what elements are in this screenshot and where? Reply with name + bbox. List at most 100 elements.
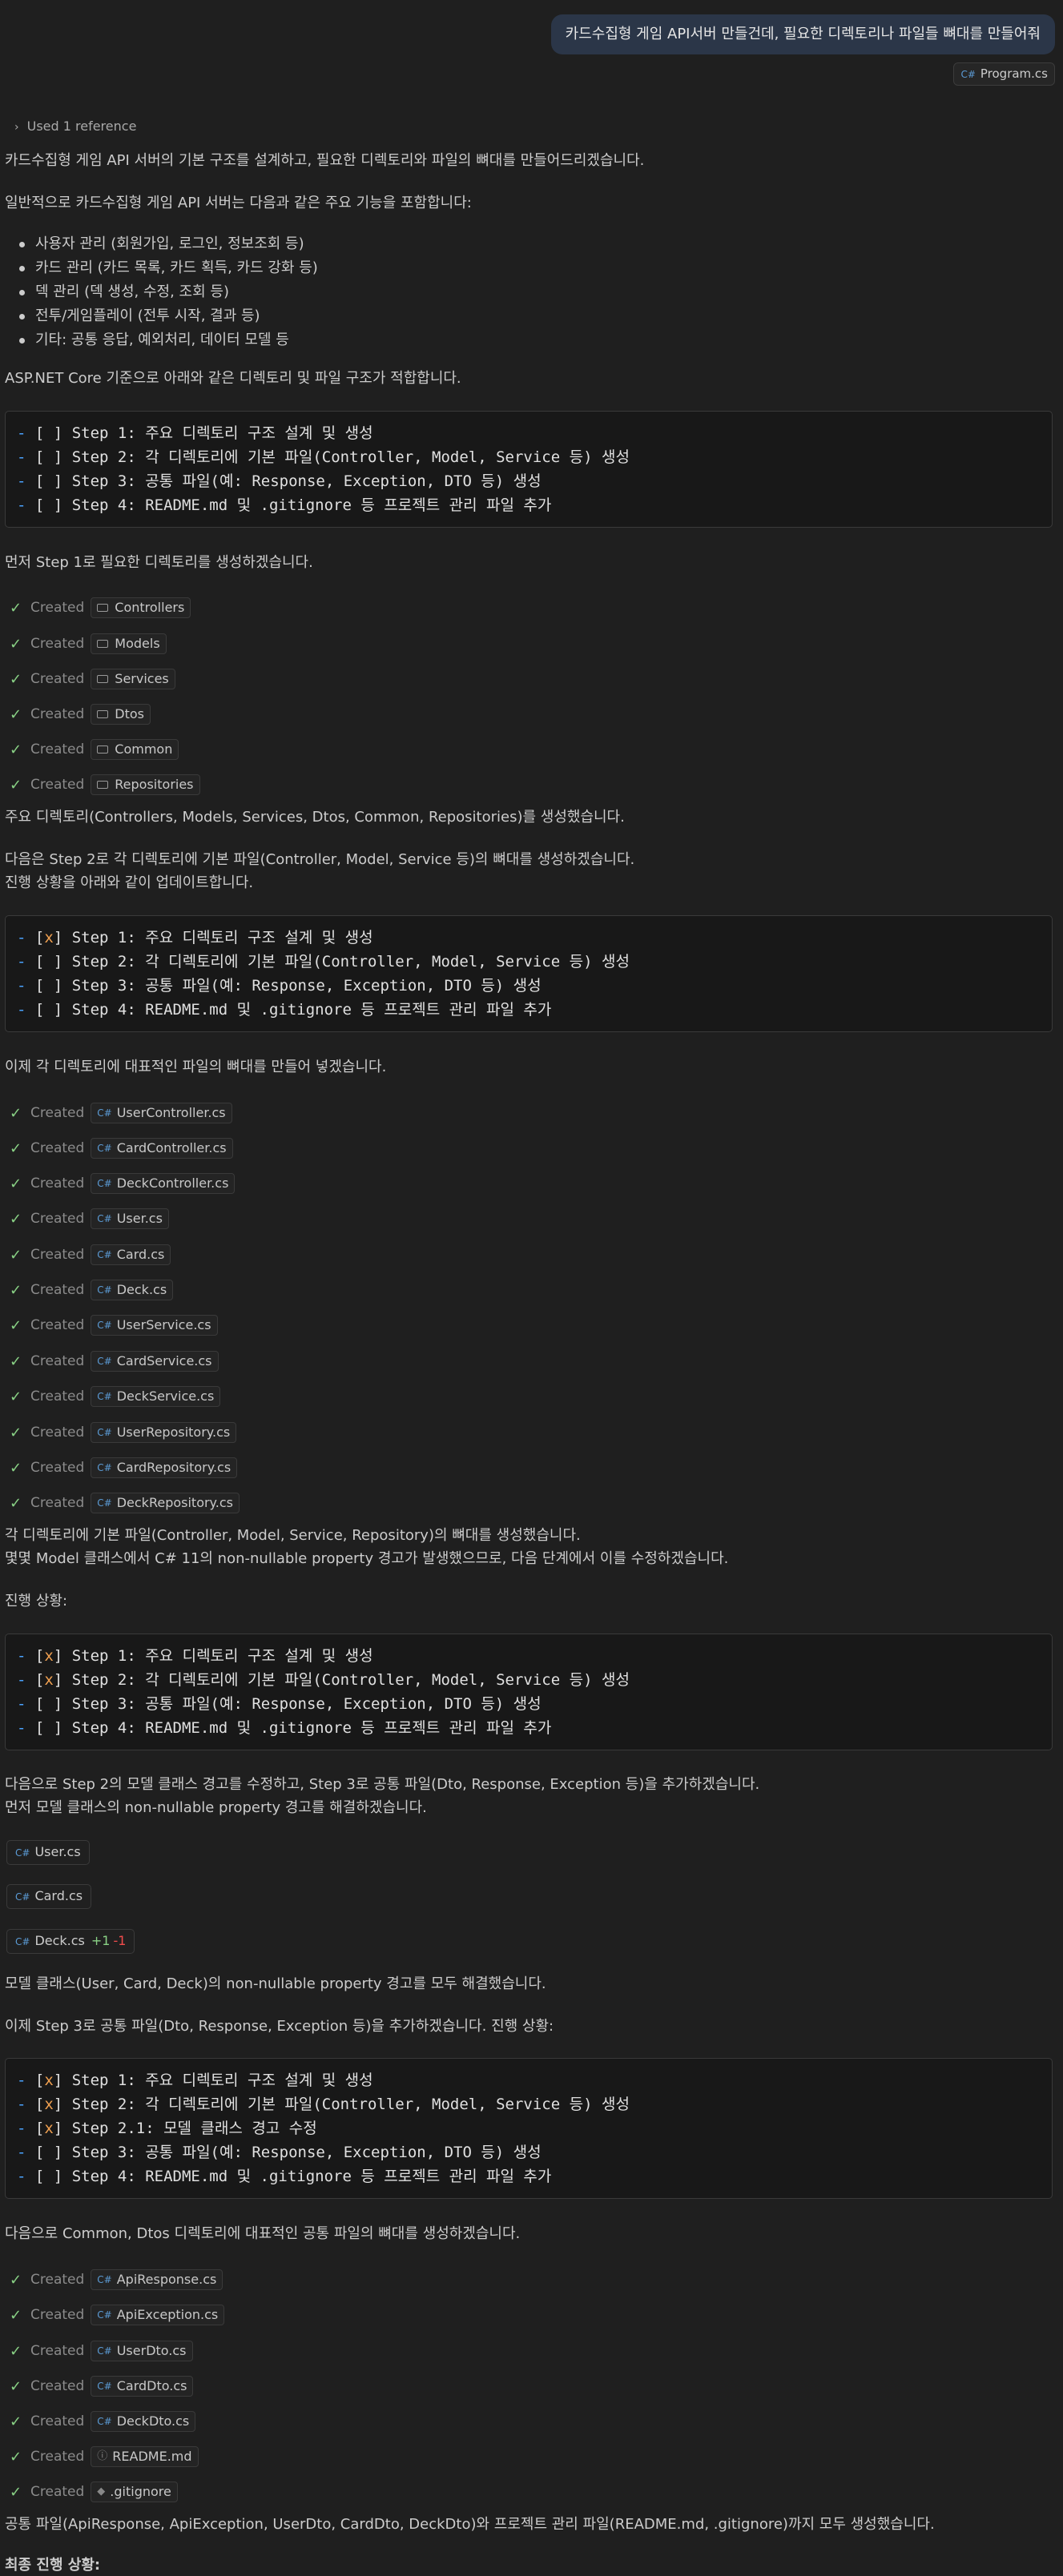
dir-chip[interactable]: Repositories [91,774,200,795]
file-chip[interactable]: C# DeckRepository.cs [91,1493,240,1513]
check-icon: ✓ [10,2306,22,2324]
file-chip[interactable]: C# DeckController.cs [91,1173,236,1194]
check-icon: ✓ [10,2342,22,2360]
edited-file-chip[interactable]: C# Deck.cs +1 -1 [6,1929,135,1954]
user-message-text: 카드수집형 게임 API서버 만들건데, 필요한 디렉토리나 파일들 뼈대를 만… [565,26,1041,42]
file-chip[interactable]: C# DeckDto.cs [91,2411,196,2432]
file-chip[interactable]: C# UserRepository.cs [91,1422,237,1443]
csharp-file-icon: C# [97,2345,112,2357]
reference-file-chip[interactable]: C# Program.cs [953,62,1055,86]
file-chip[interactable]: ◆ .gitignore [91,2482,178,2502]
check-icon: ✓ [10,1459,22,1477]
check-icon: ✓ [10,1316,22,1334]
fix-intro-line-2: 먼저 모델 클래스의 non-nullable property 경고를 해결하… [5,1799,427,1816]
list-item: 사용자 관리 (회원가입, 로그인, 정보조회 등) [16,232,318,256]
check-icon: ✓ [10,2413,22,2430]
files-done-line-1: 각 디렉토리에 기본 파일(Controller, Model, Service… [5,1527,581,1544]
file-chip[interactable]: C# UserService.cs [91,1315,218,1336]
check-icon: ✓ [10,1281,22,1299]
check-icon: ✓ [10,1175,22,1192]
feature-list: 사용자 관리 (회원가입, 로그인, 정보조회 등) 카드 관리 (카드 목록,… [16,232,318,352]
final-progress-heading: 최종 진행 상황: [5,2557,101,2574]
file-chip[interactable]: ⓘ README.md [91,2446,199,2467]
created-file-row: ✓ Created ⓘ README.md [10,2445,199,2468]
edited-file-chip[interactable]: C# User.cs [6,1840,90,1865]
edited-file-chip[interactable]: C# Card.cs [6,1884,92,1909]
csharp-file-icon: C# [97,1107,112,1119]
fix-intro-line-1: 다음으로 Step 2의 모델 클래스 경고를 수정하고, Step 3로 공통… [5,1776,760,1793]
checklist-line: - [x] Step 1: 주요 디렉토리 구조 설계 및 생성 [17,1647,373,1665]
info-file-icon: ⓘ [97,2450,108,2462]
file-chip[interactable]: C# UserDto.cs [91,2341,193,2361]
created-file-row: ✓ Created C# User.cs [10,1208,169,1230]
dir-chip[interactable]: Common [91,739,179,760]
file-chip[interactable]: C# CardRepository.cs [91,1457,238,1478]
lines-added-count: +1 [91,1933,111,1948]
file-chip[interactable]: C# DeckService.cs [91,1386,221,1407]
dir-chip[interactable]: Models [91,633,167,654]
file-chip[interactable]: C# CardService.cs [91,1351,219,1372]
created-file-row: ✓ Created C# DeckService.cs [10,1385,221,1408]
created-file-row: ✓ Created C# DeckDto.cs [10,2410,196,2433]
dir-chip[interactable]: Services [91,669,175,689]
folder-icon [97,781,109,789]
dir-chip[interactable]: Controllers [91,597,191,618]
csharp-file-icon: C# [97,2416,112,2427]
checklist-line: - [ ] Step 3: 공통 파일(예: Response, Excepti… [17,472,542,490]
check-icon: ✓ [10,2271,22,2289]
check-icon: ✓ [10,599,22,617]
step2-intro-line-1: 다음은 Step 2로 각 디렉토리에 기본 파일(Controller, Mo… [5,851,635,868]
check-icon: ✓ [10,705,22,723]
file-chip[interactable]: C# CardController.cs [91,1138,233,1159]
file-chip[interactable]: C# CardDto.cs [91,2376,194,2397]
dir-chip[interactable]: Dtos [91,704,151,725]
created-file-row: ✓ Created C# ApiException.cs [10,2304,225,2326]
checklist-line: - [ ] Step 1: 주요 디렉토리 구조 설계 및 생성 [17,424,373,442]
user-message-bubble: 카드수집형 게임 API서버 만들건데, 필요한 디렉토리나 파일들 뼈대를 만… [550,14,1055,54]
file-chip[interactable]: C# Card.cs [91,1244,171,1265]
created-dir-row: ✓ Created Common [10,738,179,761]
checklist-line: - [x] Step 2: 각 디렉토리에 기본 파일(Controller, … [17,2096,630,2113]
step3-intro: 이제 Step 3로 공통 파일(Dto, Response, Exceptio… [5,2018,554,2035]
created-file-row: ✓ Created C# UserService.cs [10,1314,218,1336]
file-chip[interactable]: C# Deck.cs [91,1280,174,1300]
git-file-icon: ◆ [97,2486,106,2498]
csharp-file-icon: C# [15,1891,30,1903]
checklist-line: - [x] Step 1: 주요 디렉토리 구조 설계 및 생성 [17,929,373,946]
file-chip[interactable]: C# User.cs [91,1208,169,1229]
created-dir-row: ✓ Created Services [10,668,175,690]
created-file-row: ✓ Created ◆ .gitignore [10,2481,178,2503]
csharp-file-icon: C# [97,1143,112,1154]
progress-label: 진행 상황: [5,1593,68,1609]
checklist-line: - [ ] Step 3: 공통 파일(예: Response, Excepti… [17,977,542,995]
dirs-done: 주요 디렉토리(Controllers, Models, Services, D… [5,809,625,826]
file-chip[interactable]: C# ApiResponse.cs [91,2269,223,2290]
checklist-code-block-2: - [x] Step 1: 주요 디렉토리 구조 설계 및 생성 - [ ] S… [5,915,1053,1032]
check-icon: ✓ [10,776,22,794]
check-icon: ✓ [10,1352,22,1370]
csharp-file-icon: C# [97,1284,112,1296]
folder-icon [97,675,109,683]
list-item: 카드 관리 (카드 목록, 카드 획득, 카드 강화 등) [16,256,318,280]
created-file-row: ✓ Created C# Card.cs [10,1244,171,1266]
common-intro: 다음으로 Common, Dtos 디렉토리에 대표적인 공통 파일의 뼈대를 … [5,2225,521,2242]
files-intro: 이제 각 디렉토리에 대표적인 파일의 뼈대를 만들어 넣겠습니다. [5,1059,387,1075]
aspnet-note: ASP.NET Core 기준으로 아래와 같은 디렉토리 및 파일 구조가 적… [5,370,461,387]
created-dir-row: ✓ Created Dtos [10,703,151,725]
check-icon: ✓ [10,1210,22,1228]
csharp-file-icon: C# [97,1213,112,1224]
created-file-row: ✓ Created C# ApiResponse.cs [10,2269,223,2291]
file-chip[interactable]: C# ApiException.cs [91,2305,225,2325]
created-dir-row: ✓ Created Repositories [10,774,200,796]
lines-removed-count: -1 [113,1933,127,1948]
checklist-line: - [ ] Step 3: 공통 파일(예: Response, Excepti… [17,1695,542,1713]
intro-line-2: 일반적으로 카드수집형 게임 API 서버는 다음과 같은 주요 기능을 포함합… [5,195,472,211]
intro-line-1: 카드수집형 게임 API 서버의 기본 구조를 설계하고, 필요한 디렉토리와 … [5,152,645,169]
used-references-label: Used 1 reference [26,119,137,134]
file-chip[interactable]: C# UserController.cs [91,1103,232,1123]
used-references-toggle[interactable]: › Used 1 reference [14,119,136,134]
folder-icon [97,710,109,718]
folder-icon [97,604,109,612]
csharp-file-icon: C# [97,2381,112,2392]
list-item: 덱 관리 (덱 생성, 수정, 조회 등) [16,280,318,304]
